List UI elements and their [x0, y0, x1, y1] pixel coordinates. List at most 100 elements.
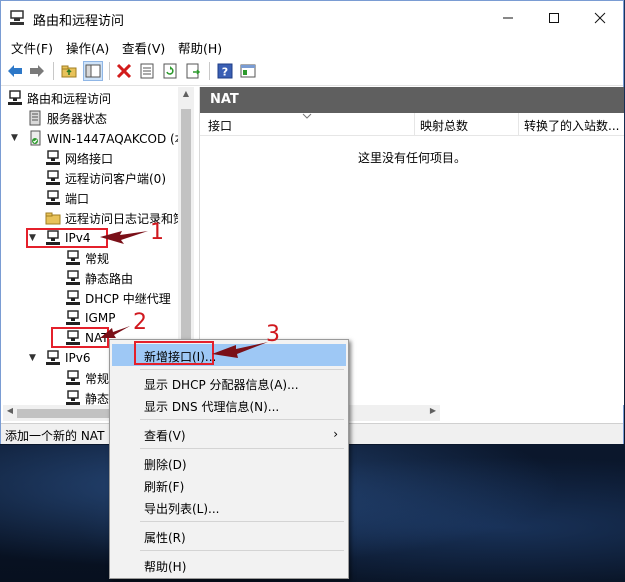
server-expander[interactable]: ▼ [11, 133, 18, 143]
menu-item-help[interactable]: 帮助(H) [112, 554, 346, 576]
refresh-button[interactable] [160, 61, 180, 81]
scroll-right-icon[interactable]: ▶ [427, 406, 439, 415]
tree-root[interactable]: 路由和远程访问 [7, 89, 111, 107]
tree-server[interactable]: WIN-1447AQAKCOD (本 [27, 129, 187, 147]
refresh-icon [163, 63, 177, 79]
status-text: 添加一个新的 NAT [5, 429, 105, 443]
ipv6-expander[interactable]: ▼ [29, 353, 36, 363]
console-tree-icon [85, 64, 101, 78]
sort-chevron-icon [302, 113, 312, 119]
up-folder-button[interactable] [59, 61, 79, 81]
menu-item-properties[interactable]: 属性(R) [112, 525, 346, 547]
toolbar: ? [1, 57, 623, 86]
forward-button[interactable] [27, 61, 47, 81]
title-bar: 路由和远程访问 [1, 1, 623, 35]
forward-arrow-icon [30, 65, 44, 77]
column-headers: 接口 映射总数 转换了的入站数... [200, 113, 624, 136]
network-interface-icon [46, 150, 60, 165]
toolbar-separator [109, 62, 110, 80]
menu-separator [140, 521, 344, 522]
tree-ipv6[interactable]: IPv6 [45, 349, 91, 367]
remote-client-icon [46, 170, 60, 185]
column-interface[interactable]: 接口 [208, 117, 232, 134]
close-icon [594, 12, 606, 24]
routing-root-icon [8, 90, 22, 105]
tree-server-status[interactable]: 服务器状态 [27, 109, 107, 127]
tree-network-interfaces[interactable]: 网络接口 [45, 149, 113, 167]
menu-item-show-dns[interactable]: 显示 DNS 代理信息(N)... [112, 394, 346, 416]
scroll-up-icon[interactable]: ▲ [178, 89, 194, 103]
properties-sheet-icon [140, 63, 154, 79]
menu-item-delete[interactable]: 删除(D) [112, 452, 346, 474]
tree-ipv4-dhcp-relay[interactable]: DHCP 中继代理 [65, 289, 171, 307]
maximize-button[interactable] [531, 1, 577, 35]
menu-separator [140, 419, 344, 420]
menu-item-export-list[interactable]: 导出列表(L)... [112, 496, 346, 518]
show-hide-tree-button[interactable] [83, 61, 103, 81]
delete-x-icon [116, 63, 132, 79]
svg-text:?: ? [222, 66, 228, 79]
close-button[interactable] [577, 1, 623, 35]
menu-help[interactable]: 帮助(H) [178, 38, 222, 57]
static-route-icon [66, 390, 80, 405]
maximize-icon [549, 13, 559, 23]
menu-separator [140, 448, 344, 449]
general-icon [66, 250, 80, 265]
annotation-number-1: 1 [150, 220, 164, 245]
general-icon [66, 370, 80, 385]
column-separator [414, 113, 415, 135]
column-total-mappings[interactable]: 映射总数 [420, 117, 468, 134]
back-button[interactable] [5, 61, 25, 81]
menu-file[interactable]: 文件(F) [11, 38, 53, 57]
scroll-left-icon[interactable]: ◀ [4, 406, 16, 415]
ipv6-icon [46, 350, 60, 365]
export-list-button[interactable] [183, 61, 203, 81]
tree-ports[interactable]: 端口 [45, 189, 89, 207]
folder-icon [45, 212, 61, 225]
annotation-box-ipv4 [26, 228, 108, 248]
submenu-chevron-icon: › [333, 427, 338, 441]
menu-item-refresh[interactable]: 刷新(F) [112, 474, 346, 496]
menu-item-show-dhcp[interactable]: 显示 DHCP 分配器信息(A)... [112, 372, 346, 394]
tree-ipv6-general[interactable]: 常规 [65, 369, 109, 387]
menu-bar: 文件(F) 操作(A) 查看(V) 帮助(H) [1, 35, 623, 57]
console-window-icon [240, 64, 256, 78]
tree-ipv4-static-routes[interactable]: 静态路由 [65, 269, 133, 287]
annotation-number-3: 3 [266, 322, 280, 347]
annotation-box-new-interface [134, 341, 214, 365]
minimize-button[interactable] [485, 1, 531, 35]
back-arrow-icon [8, 65, 22, 77]
tree-remote-clients[interactable]: 远程访问客户端(0) [45, 169, 166, 187]
help-question-icon: ? [217, 63, 233, 79]
context-menu: 新增接口(I)... 显示 DHCP 分配器信息(A)... 显示 DNS 代理… [109, 339, 349, 579]
menu-view[interactable]: 查看(V) [122, 38, 165, 57]
tree-ipv4-general[interactable]: 常规 [65, 249, 109, 267]
column-separator [518, 113, 519, 135]
folder-up-icon [61, 65, 77, 78]
menu-separator [140, 369, 344, 370]
column-inbound-translated[interactable]: 转换了的入站数... [524, 117, 619, 134]
toolbar-separator [209, 62, 210, 80]
tree-ipv4-igmp[interactable]: IGMP [65, 309, 115, 327]
minimize-icon [503, 17, 513, 19]
help-button[interactable]: ? [215, 61, 235, 81]
toolbar-separator [53, 62, 54, 80]
annotation-number-2: 2 [133, 310, 147, 335]
window-title: 路由和远程访问 [33, 14, 125, 29]
properties-button[interactable] [137, 61, 157, 81]
tree-remote-logging[interactable]: 远程访问日志记录和策 [45, 209, 185, 227]
server-list-icon [29, 110, 41, 126]
dhcp-relay-icon [66, 290, 80, 305]
server-computer-icon [30, 130, 41, 146]
igmp-icon [66, 310, 80, 325]
tree-root-label: 路由和远程访问 [27, 91, 112, 106]
annotation-box-nat [51, 327, 109, 348]
tree-ipv6-static[interactable]: 静态 [65, 389, 109, 405]
delete-button[interactable] [114, 61, 134, 81]
routing-app-icon [10, 10, 24, 25]
console-view-button[interactable] [238, 61, 258, 81]
menu-action[interactable]: 操作(A) [66, 38, 109, 57]
menu-item-view[interactable]: 查看(V) › [112, 423, 346, 445]
export-list-icon [186, 63, 201, 79]
empty-list-message: 这里没有任何项目。 [358, 151, 467, 165]
